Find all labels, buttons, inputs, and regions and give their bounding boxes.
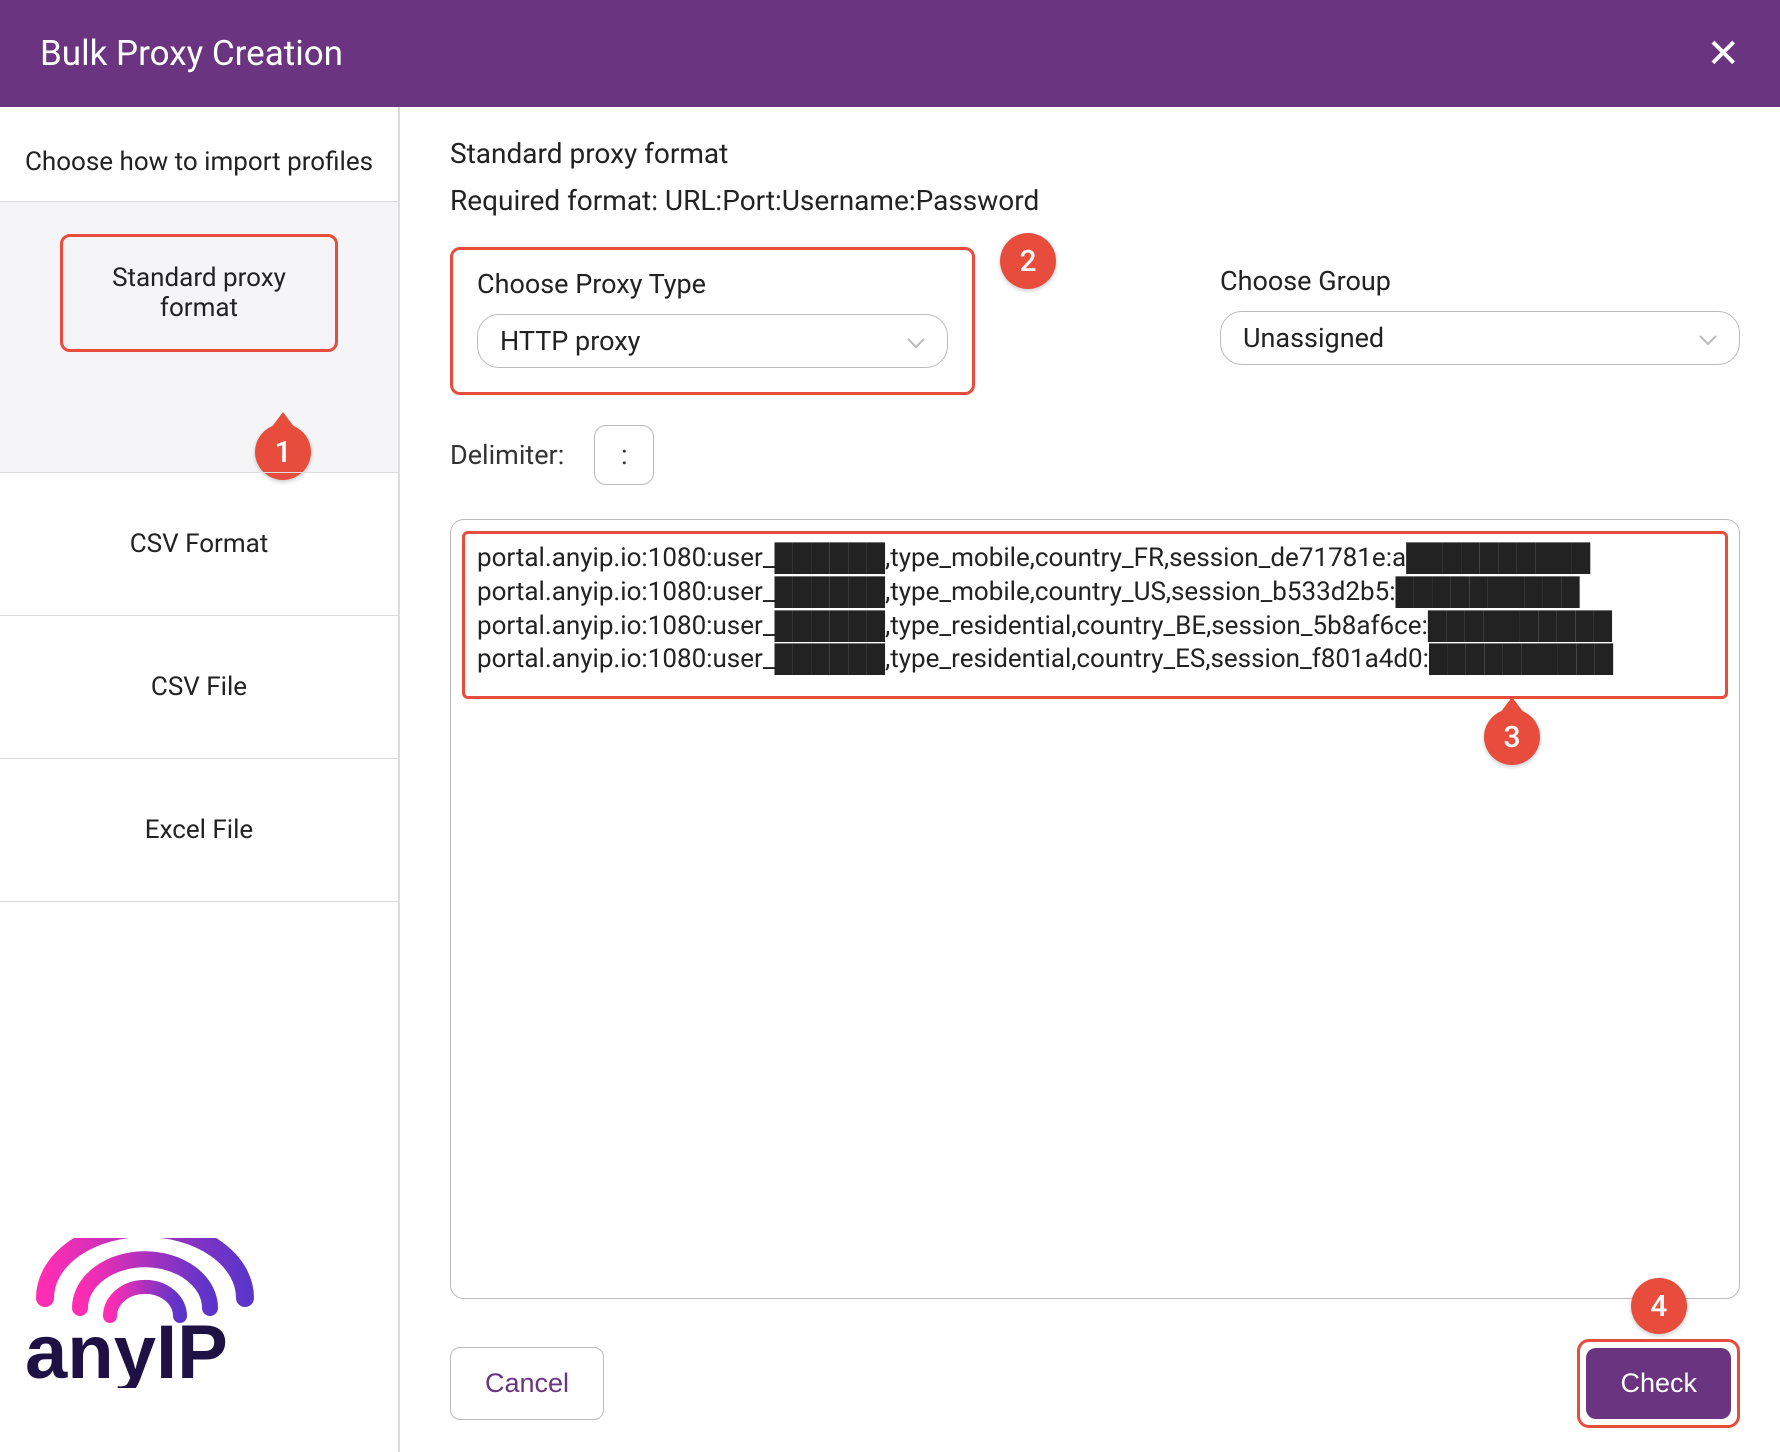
sidebar-item-csv-format[interactable]: CSV Format [0,472,398,616]
close-icon[interactable]: ✕ [1706,34,1740,74]
sidebar-item-label: CSV File [151,672,247,702]
cancel-button[interactable]: Cancel [450,1347,604,1420]
sidebar-item-label: Standard proxy format [112,263,286,323]
sidebar-item-standard-proxy-format[interactable]: Standard proxy format 1 [0,201,398,473]
footer: Cancel 4 Check [450,1339,1740,1428]
modal-body: Choose how to import profiles Standard p… [0,107,1780,1452]
proxy-type-label: Choose Proxy Type [477,268,948,300]
group-select[interactable]: Unassigned [1220,311,1740,365]
info-sub: Required format: URL:Port:Username:Passw… [450,184,1740,217]
group-label: Choose Group [1220,265,1740,297]
check-button[interactable]: Check [1586,1348,1731,1419]
info-title: Standard proxy format [450,137,1740,170]
proxy-type-value: HTTP proxy [500,325,640,357]
group-value: Unassigned [1243,322,1384,354]
delimiter-input[interactable]: : [594,425,654,485]
sidebar-item-label: CSV Format [130,529,269,559]
sidebar: Choose how to import profiles Standard p… [0,107,400,1452]
annotation-2: 2 [1000,233,1056,289]
brand-logo: anyIP [0,1198,398,1452]
proxy-type-field-highlight: Choose Proxy Type HTTP proxy [450,247,975,395]
delimiter-label: Delimiter: [450,439,564,471]
proxy-list-textarea[interactable] [450,519,1740,1299]
modal-header: Bulk Proxy Creation ✕ [0,0,1780,107]
sidebar-item-label: Excel File [145,815,253,845]
sidebar-item-csv-file[interactable]: CSV File [0,615,398,759]
modal-title: Bulk Proxy Creation [40,33,343,74]
main-panel: Standard proxy format Required format: U… [400,107,1780,1452]
sidebar-heading: Choose how to import profiles [0,107,398,202]
svg-text:anyIP: anyIP [25,1310,228,1388]
annotation-3: 3 [1484,709,1540,765]
chevron-down-icon [907,325,925,357]
proxy-type-select[interactable]: HTTP proxy [477,314,948,368]
sidebar-item-excel-file[interactable]: Excel File [0,758,398,902]
chevron-down-icon [1699,322,1717,354]
annotation-4: 4 [1631,1278,1687,1334]
delimiter-row: Delimiter: : [450,425,1740,485]
delimiter-value: : [621,439,628,471]
check-button-highlight: 4 Check [1577,1339,1740,1428]
